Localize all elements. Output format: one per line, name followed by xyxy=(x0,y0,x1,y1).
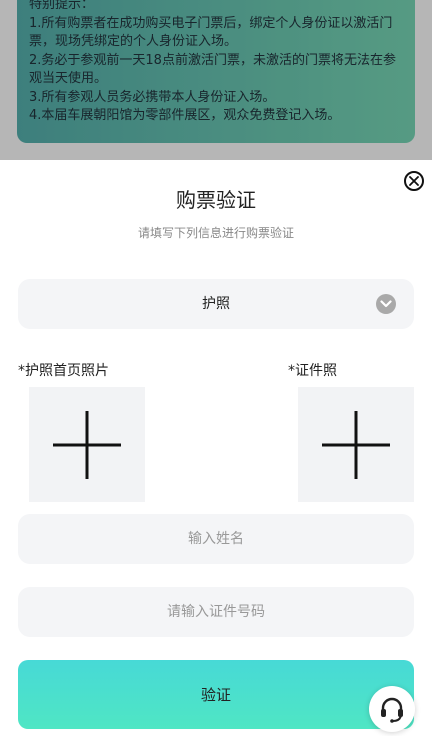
plus-icon xyxy=(322,410,390,479)
verification-sheet: 购票验证 请填写下列信息进行购票验证 护照 *护照首页照片 *证件照 验证 xyxy=(0,160,432,736)
id-photo-upload[interactable] xyxy=(298,387,414,502)
id-number-input[interactable] xyxy=(18,587,414,637)
customer-service-button[interactable] xyxy=(369,686,415,732)
dialog-title: 购票验证 xyxy=(176,188,256,212)
id-type-value: 护照 xyxy=(202,296,230,312)
name-input[interactable] xyxy=(18,514,414,564)
passport-photo-label: *护照首页照片 xyxy=(18,363,109,379)
plus-icon xyxy=(53,410,121,479)
headset-icon xyxy=(381,697,403,723)
chevron-down-icon xyxy=(376,294,396,314)
id-type-select[interactable]: 护照 xyxy=(18,279,414,329)
passport-photo-upload[interactable] xyxy=(29,387,145,502)
id-photo-label: *证件照 xyxy=(288,363,337,379)
dialog-subtitle: 请填写下列信息进行购票验证 xyxy=(137,226,294,240)
verify-button[interactable]: 验证 xyxy=(18,660,414,729)
